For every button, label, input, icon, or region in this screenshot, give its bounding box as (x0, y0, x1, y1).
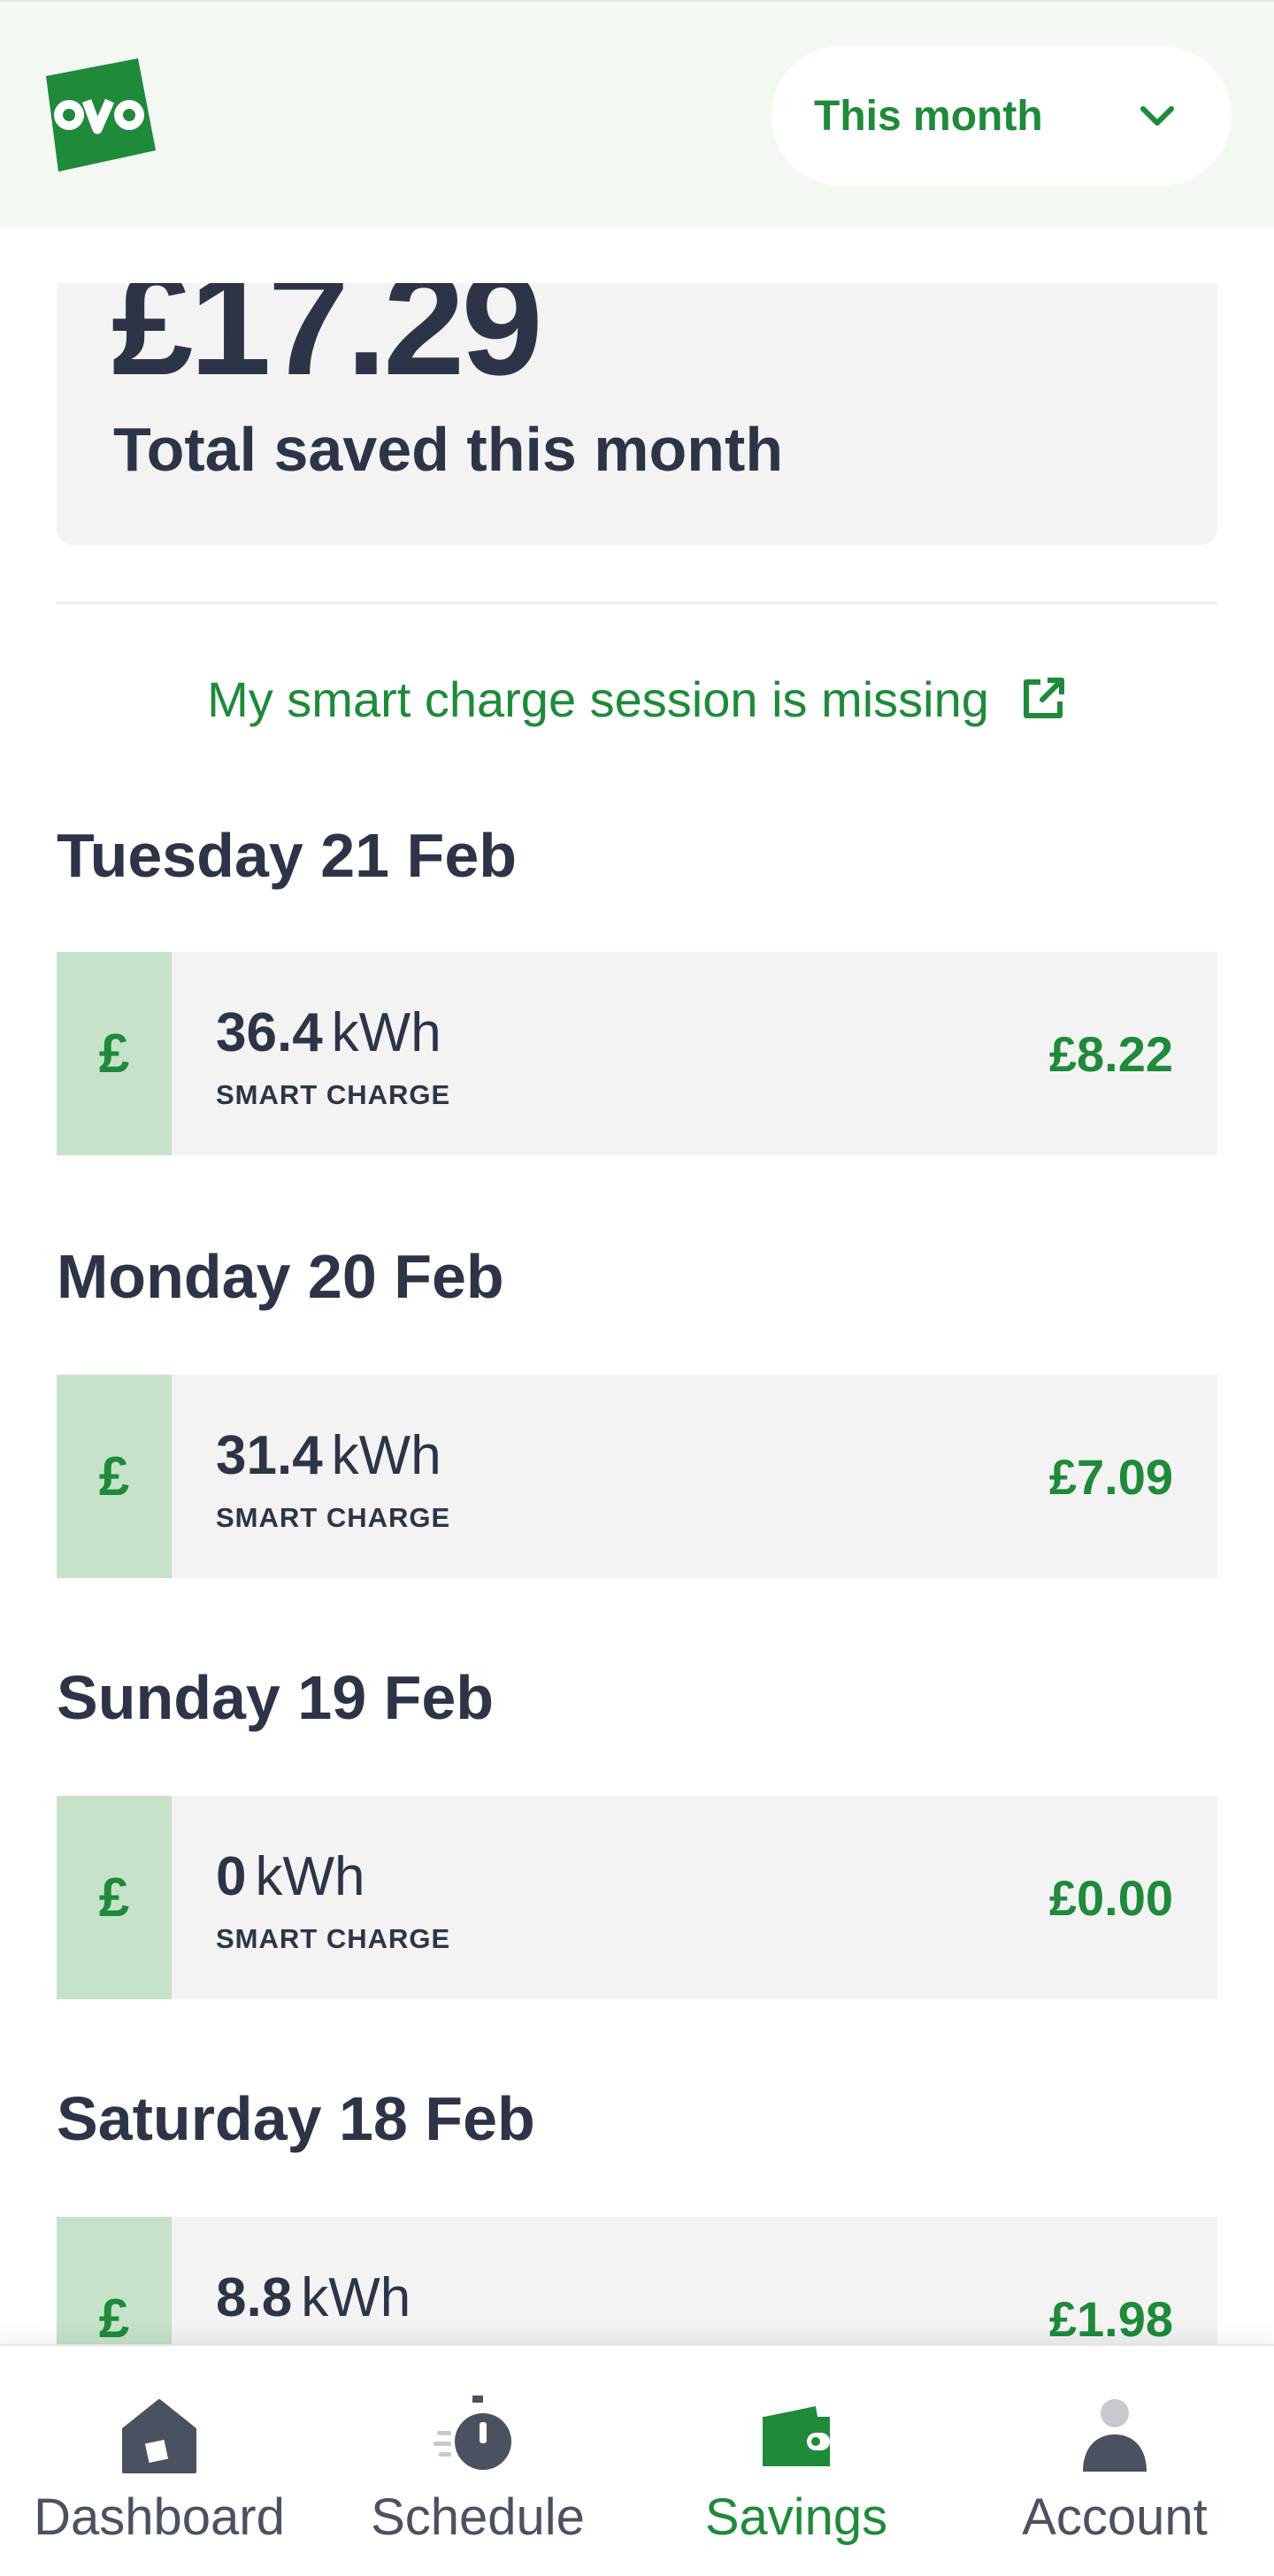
nav-item-schedule[interactable]: Schedule (318, 2346, 637, 2576)
ovo-logo-icon (46, 58, 156, 172)
day-heading: Saturday 18 Feb (57, 2084, 535, 2153)
session-kwh-unit: kWh (331, 1002, 441, 1063)
session-type: SMART CHARGE (216, 1923, 451, 1954)
charge-session-row[interactable]: £ 36.4 kWh SMART CHARGE £8.22 (57, 952, 1217, 1155)
session-energy: 36.4 kWh (216, 1001, 441, 1064)
period-dropdown[interactable]: This month (771, 46, 1232, 186)
period-dropdown-label: This month (814, 92, 1043, 140)
missing-session-link-label: My smart charge session is missing (207, 671, 989, 727)
session-kwh-value: 0 (216, 1846, 247, 1907)
nav-label: Savings (704, 2488, 888, 2546)
charge-session-row[interactable]: £ 31.4 kWh SMART CHARGE £7.09 (57, 1375, 1217, 1578)
day-group: Sunday 19 Feb £ 0 kWh SMART CHARGE £0.00 (57, 1649, 1217, 1999)
stopwatch-icon (434, 2396, 511, 2470)
day-heading: Monday 20 Feb (57, 1242, 504, 1311)
session-amount: £0.00 (1048, 1869, 1173, 1926)
charge-session-row[interactable]: £ 0 kWh SMART CHARGE £0.00 (57, 1796, 1217, 1999)
session-amount: £8.22 (1048, 1025, 1173, 1082)
session-type: SMART CHARGE (216, 1502, 451, 1533)
session-amount: £7.09 (1048, 1448, 1173, 1505)
missing-session-link[interactable]: My smart charge session is missing (0, 663, 1274, 734)
day-group: Monday 20 Feb £ 31.4 kWh SMART CHARGE £7.… (57, 1228, 1217, 1578)
session-kwh-unit: kWh (331, 1425, 441, 1486)
chevron-down-icon (1140, 106, 1174, 126)
day-group: Saturday 18 Feb £ 8.8kWh SMART CHARGE £1… (57, 2070, 1217, 2420)
wallet-icon (763, 2406, 830, 2466)
nav-item-account[interactable]: Account (956, 2346, 1274, 2576)
session-type: SMART CHARGE (216, 1079, 451, 1110)
nav-item-dashboard[interactable]: Dashboard (0, 2346, 318, 2576)
pound-icon: £ (98, 1445, 130, 1507)
house-icon (122, 2399, 196, 2473)
external-link-icon (1023, 678, 1064, 718)
pound-icon: £ (98, 1023, 130, 1085)
total-savings-caption: Total saved this month (113, 415, 784, 484)
session-kwh-value: 31.4 (216, 1425, 323, 1486)
session-energy: 8.8 kWh (216, 2266, 411, 2329)
day-heading: Tuesday 21 Feb (57, 821, 518, 890)
bottom-nav: Dashboard Schedule Savings Account (0, 2344, 1274, 2576)
session-kwh-unit: kWh (255, 1846, 365, 1907)
session-kwh-value: 8.8 (216, 2267, 293, 2328)
divider (57, 602, 1217, 604)
day-group: Tuesday 21 Feb £ 36.4 kWh SMART CHARGE £8… (57, 807, 1217, 1155)
session-energy: 31.4 kWh (216, 1424, 441, 1487)
nav-label: Dashboard (34, 2488, 285, 2546)
total-savings-amount: £17.29 (111, 283, 543, 406)
total-savings-card: £17.29 Total saved this month (57, 283, 1217, 545)
person-icon (1083, 2399, 1147, 2472)
nav-item-savings[interactable]: Savings (637, 2346, 956, 2576)
pound-icon: £ (98, 1867, 130, 1928)
session-kwh-value: 36.4 (216, 1002, 323, 1063)
session-energy: 0 kWh (216, 1845, 365, 1908)
session-kwh-unit: kWh (301, 2267, 411, 2328)
day-heading: Sunday 19 Feb (57, 1663, 495, 1732)
nav-label: Account (1022, 2488, 1208, 2546)
nav-label: Schedule (371, 2488, 585, 2546)
app-header: This month (0, 0, 1274, 227)
savings-screen: This month £17.29 Total saved this month… (0, 0, 1274, 2576)
